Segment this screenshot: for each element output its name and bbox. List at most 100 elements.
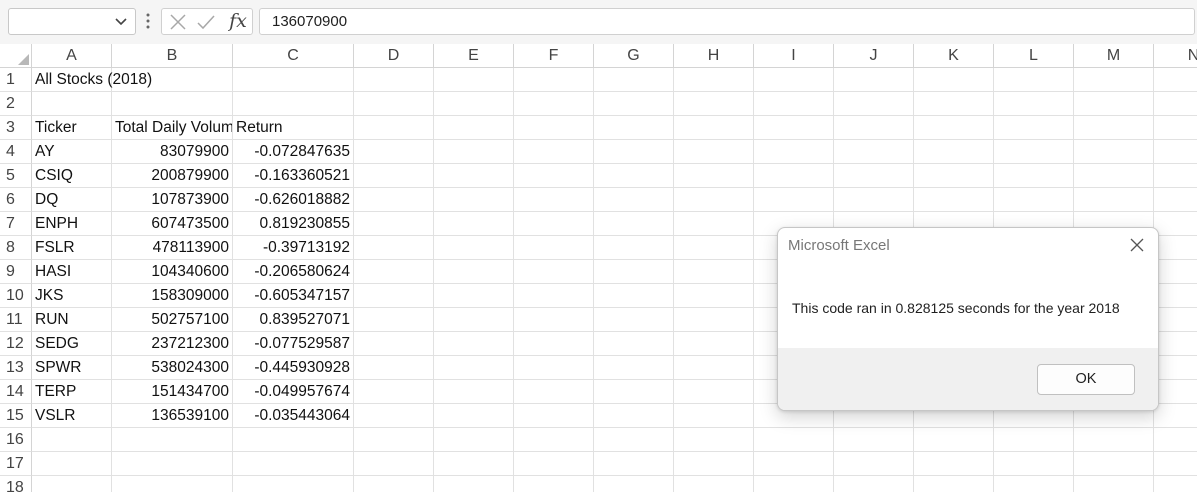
cell-d18[interactable]	[354, 476, 434, 492]
column-header-f[interactable]: F	[514, 44, 594, 68]
close-icon[interactable]	[1126, 234, 1148, 256]
formula-input[interactable]: 136070900	[259, 8, 1195, 35]
row-header-16[interactable]: 16	[0, 428, 32, 452]
cell-c14[interactable]: -0.049957674	[233, 380, 354, 404]
cell-b10[interactable]: 158309000	[112, 284, 233, 308]
cell-j18[interactable]	[834, 476, 914, 492]
cell-b9[interactable]: 104340600	[112, 260, 233, 284]
cell-h1[interactable]	[674, 68, 754, 92]
cell-a4[interactable]: AY	[32, 140, 112, 164]
cell-h9[interactable]	[674, 260, 754, 284]
cell-f16[interactable]	[514, 428, 594, 452]
cell-a7[interactable]: ENPH	[32, 212, 112, 236]
cell-k17[interactable]	[914, 452, 994, 476]
cell-b3[interactable]: Total Daily Volume	[112, 116, 233, 140]
cell-k1[interactable]	[914, 68, 994, 92]
cell-f7[interactable]	[514, 212, 594, 236]
cell-c3[interactable]: Return	[233, 116, 354, 140]
cell-i1[interactable]	[754, 68, 834, 92]
cell-d16[interactable]	[354, 428, 434, 452]
column-header-c[interactable]: C	[233, 44, 354, 68]
cell-b7[interactable]: 607473500	[112, 212, 233, 236]
cell-l18[interactable]	[994, 476, 1074, 492]
cell-a16[interactable]	[32, 428, 112, 452]
cell-i17[interactable]	[754, 452, 834, 476]
cell-f2[interactable]	[514, 92, 594, 116]
cell-i5[interactable]	[754, 164, 834, 188]
cell-e8[interactable]	[434, 236, 514, 260]
cell-a6[interactable]: DQ	[32, 188, 112, 212]
cell-m3[interactable]	[1074, 116, 1154, 140]
cell-a1[interactable]: All Stocks (2018)	[32, 68, 152, 92]
row-header-11[interactable]: 11	[0, 308, 32, 332]
column-header-e[interactable]: E	[434, 44, 514, 68]
cell-c1[interactable]	[233, 68, 354, 92]
cell-k4[interactable]	[914, 140, 994, 164]
cell-c17[interactable]	[233, 452, 354, 476]
column-header-n[interactable]: N	[1154, 44, 1197, 68]
column-header-k[interactable]: K	[914, 44, 994, 68]
row-header-12[interactable]: 12	[0, 332, 32, 356]
cell-k5[interactable]	[914, 164, 994, 188]
cell-n5[interactable]	[1154, 164, 1197, 188]
cell-c2[interactable]	[233, 92, 354, 116]
cell-h4[interactable]	[674, 140, 754, 164]
cell-c11[interactable]: 0.839527071	[233, 308, 354, 332]
cell-j2[interactable]	[834, 92, 914, 116]
ok-button[interactable]: OK	[1037, 364, 1135, 395]
cell-l3[interactable]	[994, 116, 1074, 140]
cell-n10[interactable]	[1154, 284, 1197, 308]
cell-k2[interactable]	[914, 92, 994, 116]
cell-e15[interactable]	[434, 404, 514, 428]
row-header-3[interactable]: 3	[0, 116, 32, 140]
cell-d4[interactable]	[354, 140, 434, 164]
cell-c15[interactable]: -0.035443064	[233, 404, 354, 428]
cell-j6[interactable]	[834, 188, 914, 212]
row-header-8[interactable]: 8	[0, 236, 32, 260]
cell-i3[interactable]	[754, 116, 834, 140]
cell-l6[interactable]	[994, 188, 1074, 212]
cell-e9[interactable]	[434, 260, 514, 284]
cell-d2[interactable]	[354, 92, 434, 116]
cell-l17[interactable]	[994, 452, 1074, 476]
cell-h17[interactable]	[674, 452, 754, 476]
cell-h12[interactable]	[674, 332, 754, 356]
column-header-b[interactable]: B	[112, 44, 233, 68]
cell-e7[interactable]	[434, 212, 514, 236]
row-header-1[interactable]: 1	[0, 68, 32, 92]
column-header-i[interactable]: I	[754, 44, 834, 68]
cell-b18[interactable]	[112, 476, 233, 492]
check-icon[interactable]	[196, 12, 216, 32]
cell-b4[interactable]: 83079900	[112, 140, 233, 164]
cell-f5[interactable]	[514, 164, 594, 188]
cell-f8[interactable]	[514, 236, 594, 260]
cell-d17[interactable]	[354, 452, 434, 476]
cell-c10[interactable]: -0.605347157	[233, 284, 354, 308]
cell-m17[interactable]	[1074, 452, 1154, 476]
cell-f6[interactable]	[514, 188, 594, 212]
cell-g9[interactable]	[594, 260, 674, 284]
cell-m2[interactable]	[1074, 92, 1154, 116]
cell-c7[interactable]: 0.819230855	[233, 212, 354, 236]
cell-b5[interactable]: 200879900	[112, 164, 233, 188]
cell-h6[interactable]	[674, 188, 754, 212]
cell-a10[interactable]: JKS	[32, 284, 112, 308]
row-header-6[interactable]: 6	[0, 188, 32, 212]
cell-b12[interactable]: 237212300	[112, 332, 233, 356]
cell-c13[interactable]: -0.445930928	[233, 356, 354, 380]
cell-d15[interactable]	[354, 404, 434, 428]
cell-n8[interactable]	[1154, 236, 1197, 260]
cell-d1[interactable]	[354, 68, 434, 92]
cell-d10[interactable]	[354, 284, 434, 308]
row-header-18[interactable]: 18	[0, 476, 32, 492]
cell-b16[interactable]	[112, 428, 233, 452]
cell-l2[interactable]	[994, 92, 1074, 116]
cell-m18[interactable]	[1074, 476, 1154, 492]
cell-e14[interactable]	[434, 380, 514, 404]
cell-d8[interactable]	[354, 236, 434, 260]
x-icon[interactable]	[168, 12, 188, 32]
cell-f3[interactable]	[514, 116, 594, 140]
row-header-4[interactable]: 4	[0, 140, 32, 164]
cell-n3[interactable]	[1154, 116, 1197, 140]
cell-a11[interactable]: RUN	[32, 308, 112, 332]
